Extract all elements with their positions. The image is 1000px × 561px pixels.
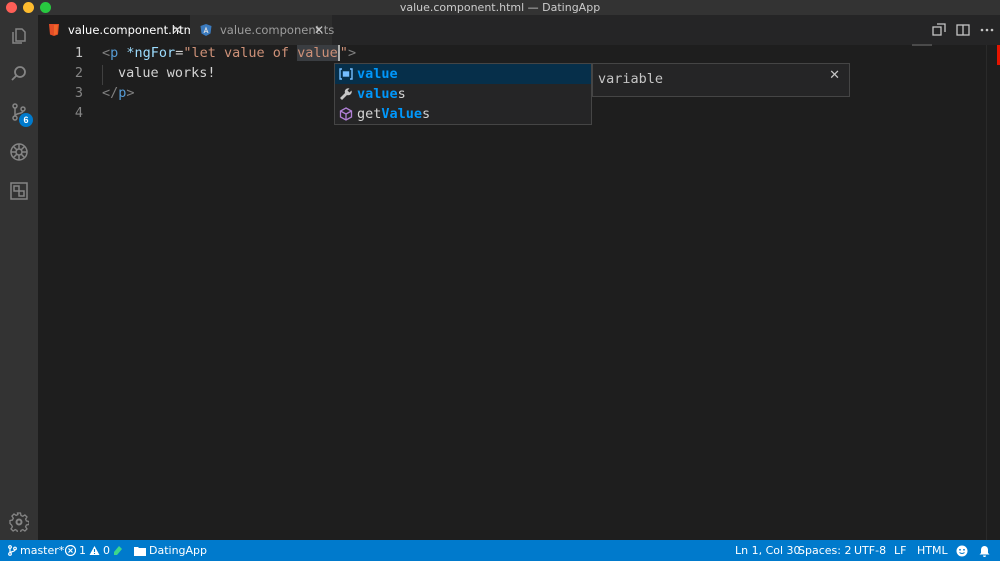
typed-word: value	[297, 45, 338, 61]
string-quote: "	[339, 45, 348, 61]
more-actions-icon[interactable]	[980, 23, 994, 37]
source-control-button[interactable]: 6	[0, 93, 38, 131]
split-editor-icon[interactable]	[956, 23, 970, 37]
string-text: let value of	[191, 45, 298, 61]
problems-status[interactable]: 1 0	[65, 540, 110, 561]
error-icon	[65, 545, 76, 556]
line-number: 4	[74, 105, 83, 121]
suggestion-prefix: get	[357, 106, 382, 122]
suggestion-match: Value	[381, 106, 423, 122]
gear-icon	[9, 512, 29, 532]
method-cube-icon	[335, 107, 357, 121]
indent-guide	[102, 65, 103, 85]
code-line-1: <p *ngFor="let value of value ">	[102, 43, 356, 63]
minimap-slider	[912, 44, 932, 46]
suggestion-rest: s	[397, 86, 406, 102]
debug-icon	[10, 143, 28, 161]
extensions-icon	[10, 182, 28, 200]
open-changes-icon[interactable]	[932, 23, 946, 37]
files-icon	[12, 28, 26, 44]
editor-tab-bar: value.component.html ✕ value.component.t…	[38, 15, 1000, 45]
feedback-status[interactable]	[956, 540, 968, 561]
vertical-scrollbar[interactable]	[986, 45, 1000, 540]
html-file-icon	[48, 24, 60, 36]
indentation-status[interactable]: Spaces: 2	[798, 540, 851, 561]
tab-value-component-html[interactable]: value.component.html ✕	[38, 15, 198, 45]
explorer-button[interactable]	[0, 17, 38, 55]
person-icon	[114, 546, 122, 555]
maximize-window-button[interactable]	[40, 2, 51, 13]
line-number: 1	[74, 45, 83, 61]
suggestion-rest: s	[422, 106, 431, 122]
window-controls	[6, 2, 51, 13]
tag-bracket: <	[102, 45, 111, 61]
suggestion-match: value	[357, 66, 398, 82]
folder-status[interactable]: DatingApp	[134, 540, 207, 561]
suggest-widget: value value s get Value s	[334, 63, 592, 125]
tab-close-button[interactable]: ✕	[314, 23, 324, 37]
suggestion-details: variable ✕	[592, 63, 850, 97]
warning-count: 0	[103, 544, 110, 557]
cursor-position-status[interactable]: Ln 1, Col 30	[735, 540, 801, 561]
tab-close-button[interactable]: ✕	[172, 23, 182, 37]
minimize-window-button[interactable]	[23, 2, 34, 13]
tag-bracket: >	[126, 85, 135, 101]
variable-icon	[335, 68, 357, 80]
close-details-button[interactable]: ✕	[829, 68, 840, 83]
line-number: 3	[74, 85, 83, 101]
tag-bracket: </	[102, 85, 119, 101]
suggestion-item[interactable]: value s	[335, 84, 591, 104]
title-bar: value.component.html — DatingApp	[0, 0, 1000, 15]
angular-file-icon	[200, 24, 212, 36]
editor-actions	[932, 15, 994, 45]
git-branch-icon	[8, 545, 17, 556]
branch-status[interactable]: master*	[8, 540, 64, 561]
search-button[interactable]	[0, 55, 38, 93]
bell-icon	[979, 545, 990, 557]
warning-icon	[89, 546, 100, 555]
branch-name: master*	[20, 544, 65, 557]
code-line-3: </p>	[102, 83, 135, 103]
settings-button[interactable]	[0, 503, 38, 541]
activity-bar: 6	[0, 15, 38, 540]
suggestion-detail-text: variable	[598, 71, 664, 87]
debug-button[interactable]	[0, 133, 38, 171]
language-status[interactable]: HTML	[917, 540, 948, 561]
line-number: 2	[74, 65, 83, 81]
attribute-name: *ngFor	[126, 45, 176, 61]
search-icon	[11, 66, 26, 81]
suggestion-item[interactable]: value	[335, 64, 591, 84]
status-bar: master* 1 0 DatingApp Ln 1, Col 30 Space…	[0, 540, 1000, 561]
suggestion-item[interactable]: get Value s	[335, 104, 591, 124]
suggestion-match: value	[357, 86, 398, 102]
smiley-icon	[956, 545, 968, 556]
tag-name: p	[110, 45, 119, 61]
eol-status[interactable]: LF	[894, 540, 906, 561]
folder-icon	[134, 546, 146, 556]
window-title: value.component.html — DatingApp	[399, 1, 601, 14]
folder-name: DatingApp	[149, 544, 208, 557]
wrench-icon	[335, 87, 357, 101]
error-count: 1	[79, 544, 86, 557]
tag-bracket: >	[347, 45, 357, 61]
tab-value-component-ts[interactable]: value.component.ts ✕	[190, 15, 334, 45]
close-window-button[interactable]	[6, 2, 17, 13]
extensions-button[interactable]	[0, 172, 38, 210]
source-control-badge: 6	[19, 113, 33, 127]
live-share-status[interactable]	[113, 540, 124, 561]
encoding-status[interactable]: UTF-8	[854, 540, 886, 561]
notifications-status[interactable]	[979, 540, 990, 561]
code-line-2: value works!	[118, 65, 216, 81]
